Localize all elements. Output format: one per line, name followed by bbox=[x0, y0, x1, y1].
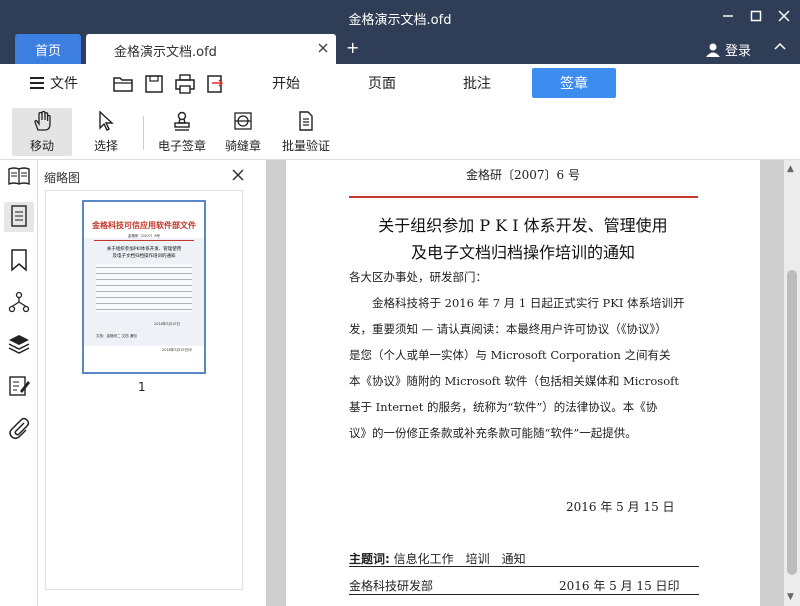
export-icon[interactable] bbox=[205, 73, 227, 95]
hamburger-icon bbox=[30, 77, 44, 89]
open-folder-icon[interactable] bbox=[112, 73, 134, 95]
batch-verify-label: 批量验证 bbox=[281, 139, 330, 153]
document-date: 2016 年 5 月 15 日 bbox=[566, 500, 675, 514]
select-tool-button[interactable]: 选择 bbox=[80, 108, 132, 156]
file-menu[interactable]: 文件 bbox=[30, 73, 78, 93]
move-tool-label: 移动 bbox=[29, 139, 54, 153]
body-line: 发，重要须知 — 请认真阅读：本最终用户许可协议（《协议》） bbox=[349, 322, 667, 336]
ribbon-separator bbox=[143, 116, 144, 150]
thumb-body bbox=[96, 264, 192, 312]
tab-home[interactable]: 首页 bbox=[15, 34, 81, 64]
layers-icon[interactable] bbox=[7, 332, 31, 356]
thumbnail-page-number: 1 bbox=[138, 380, 146, 394]
keywords-underline bbox=[349, 566, 699, 567]
tab-bar: 首页 金格演示文档.ofd + 登录 bbox=[0, 34, 800, 64]
thumb-title-2: 及电子文档归档操作培训的通知 bbox=[112, 254, 176, 259]
title-bar: 金格演示文档.ofd bbox=[0, 0, 800, 34]
side-rail bbox=[0, 160, 38, 606]
cursor-arrow-icon bbox=[99, 110, 114, 131]
seam-seal-button[interactable]: 骑缝章 bbox=[220, 108, 266, 156]
tab-document[interactable]: 金格演示文档.ofd bbox=[86, 34, 336, 64]
tab-annotate[interactable]: 批注 bbox=[435, 68, 519, 98]
document-title-line-2: 及电子文档归档操作培训的通知 bbox=[410, 243, 635, 262]
document-title-line-1: 关于组织参加 P K I 体系开发、管理使用 bbox=[378, 216, 668, 235]
document-viewport[interactable]: 金格研〔2007〕6 号 关于组织参加 P K I 体系开发、管理使用 及电子文… bbox=[267, 160, 800, 606]
structure-tree-icon[interactable] bbox=[7, 290, 31, 314]
page-thumbnail[interactable]: 金格科技可信应用软件部文件 金格研〔2007〕6号 关于组织参加PKI体系开发、… bbox=[82, 200, 206, 374]
chevron-up-icon bbox=[774, 42, 786, 50]
save-icon[interactable] bbox=[143, 73, 165, 95]
close-icon bbox=[232, 169, 244, 181]
file-menu-label: 文件 bbox=[50, 76, 78, 92]
footer-print-date: 2016 年 5 月 15 日印 bbox=[559, 579, 680, 593]
document-page: 金格研〔2007〕6 号 关于组织参加 P K I 体系开发、管理使用 及电子文… bbox=[286, 160, 760, 606]
thumb-header: 金格科技可信应用软件部文件 bbox=[92, 220, 196, 230]
tab-page[interactable]: 页面 bbox=[340, 68, 424, 98]
thumb-date: 2016年5月15日 bbox=[154, 322, 181, 326]
body-line: 基于 Internet 的服务，统称为“软件”）的法律协议。本《协 bbox=[349, 400, 658, 414]
scroll-down-icon[interactable]: ▼ bbox=[787, 592, 794, 602]
body-line: 是您（个人或单一实体）与 Microsoft Corporation 之间有关 bbox=[349, 348, 671, 362]
close-window-button[interactable] bbox=[772, 5, 796, 27]
thumb-title-1: 关于组织参加PKI体系开发、管理使用 bbox=[106, 247, 182, 252]
vertical-scrollbar[interactable]: ▲ ▼ bbox=[784, 160, 800, 606]
maximize-icon bbox=[750, 10, 762, 22]
close-thumbnail-panel-button[interactable] bbox=[232, 166, 244, 185]
e-signature-label: 电子签章 bbox=[157, 139, 206, 153]
thumbnail-panel-title: 缩略图 bbox=[44, 171, 81, 185]
print-icon[interactable] bbox=[174, 73, 196, 95]
seam-seal-icon bbox=[234, 112, 252, 130]
keywords-label: 主题词: bbox=[349, 552, 390, 566]
tab-start[interactable]: 开始 bbox=[244, 68, 328, 98]
keywords-value: 信息化工作 培训 通知 bbox=[393, 552, 526, 566]
footer-issuer: 金格科技研发部 bbox=[349, 579, 434, 593]
menu-bar: 文件 开始 页面 批注 签章 bbox=[0, 64, 800, 102]
tab-signature[interactable]: 签章 bbox=[532, 68, 616, 98]
scrollbar-thumb[interactable] bbox=[787, 270, 797, 575]
body-line: 议》的一份修正条款或补充条款可能随“软件”一起提供。 bbox=[349, 426, 637, 440]
window-title: 金格演示文档.ofd bbox=[348, 13, 452, 28]
attachment-icon[interactable] bbox=[7, 416, 31, 440]
maximize-button[interactable] bbox=[744, 5, 768, 27]
thumb-red-line bbox=[94, 240, 194, 241]
tab-close-icon[interactable] bbox=[318, 39, 328, 57]
book-icon[interactable] bbox=[7, 164, 31, 188]
move-tool-button[interactable]: 移动 bbox=[12, 108, 72, 156]
keywords-line: 主题词: 信息化工作 培训 通知 bbox=[349, 550, 526, 567]
document-check-icon bbox=[299, 111, 313, 131]
new-tab-button[interactable]: + bbox=[346, 38, 359, 57]
thumbnail-rail-button[interactable] bbox=[4, 202, 34, 232]
ribbon-toolbar: 移动 选择 电子签章 骑缝章 批量验证 bbox=[0, 102, 800, 160]
login-button[interactable]: 登录 bbox=[706, 40, 751, 59]
seam-seal-label: 骑缝章 bbox=[224, 139, 261, 153]
minimize-icon bbox=[723, 15, 733, 17]
close-icon bbox=[778, 10, 790, 22]
body-line: 各大区办事处，研发部门： bbox=[349, 270, 487, 284]
body-line: 金格科技将于 2016 年 7 月 1 日起正式实行 PKI 体系培训开 bbox=[349, 296, 685, 310]
footer-line bbox=[349, 594, 699, 595]
select-tool-label: 选择 bbox=[93, 139, 118, 153]
annotation-list-icon[interactable] bbox=[7, 374, 31, 398]
document-number: 金格研〔2007〕6 号 bbox=[466, 168, 580, 182]
user-icon bbox=[706, 43, 720, 57]
e-signature-button[interactable]: 电子签章 bbox=[154, 108, 210, 156]
minimize-button[interactable] bbox=[716, 5, 740, 27]
body-line: 本《协议》随附的 Microsoft 软件（包括相关媒体和 Microsoft bbox=[349, 374, 679, 388]
thumb-print-date: 2016年5月15日印 bbox=[162, 348, 192, 352]
thumbnail-panel: 缩略图 金格科技可信应用软件部文件 金格研〔2007〕6号 关于组织参加PKI体… bbox=[38, 160, 267, 606]
red-header-line bbox=[349, 196, 698, 198]
hand-icon bbox=[34, 110, 51, 131]
stamp-icon bbox=[174, 111, 190, 131]
tab-document-label: 金格演示文档.ofd bbox=[114, 45, 217, 60]
page-thumbnail-icon bbox=[11, 205, 27, 227]
scroll-up-icon[interactable]: ▲ bbox=[787, 164, 794, 174]
collapse-ribbon-button[interactable] bbox=[774, 39, 786, 55]
login-label: 登录 bbox=[725, 44, 752, 59]
thumb-signature: 文档：金格研二 文档 通知 bbox=[96, 334, 137, 338]
batch-verify-button[interactable]: 批量验证 bbox=[278, 108, 334, 156]
bookmark-icon[interactable] bbox=[7, 248, 31, 272]
